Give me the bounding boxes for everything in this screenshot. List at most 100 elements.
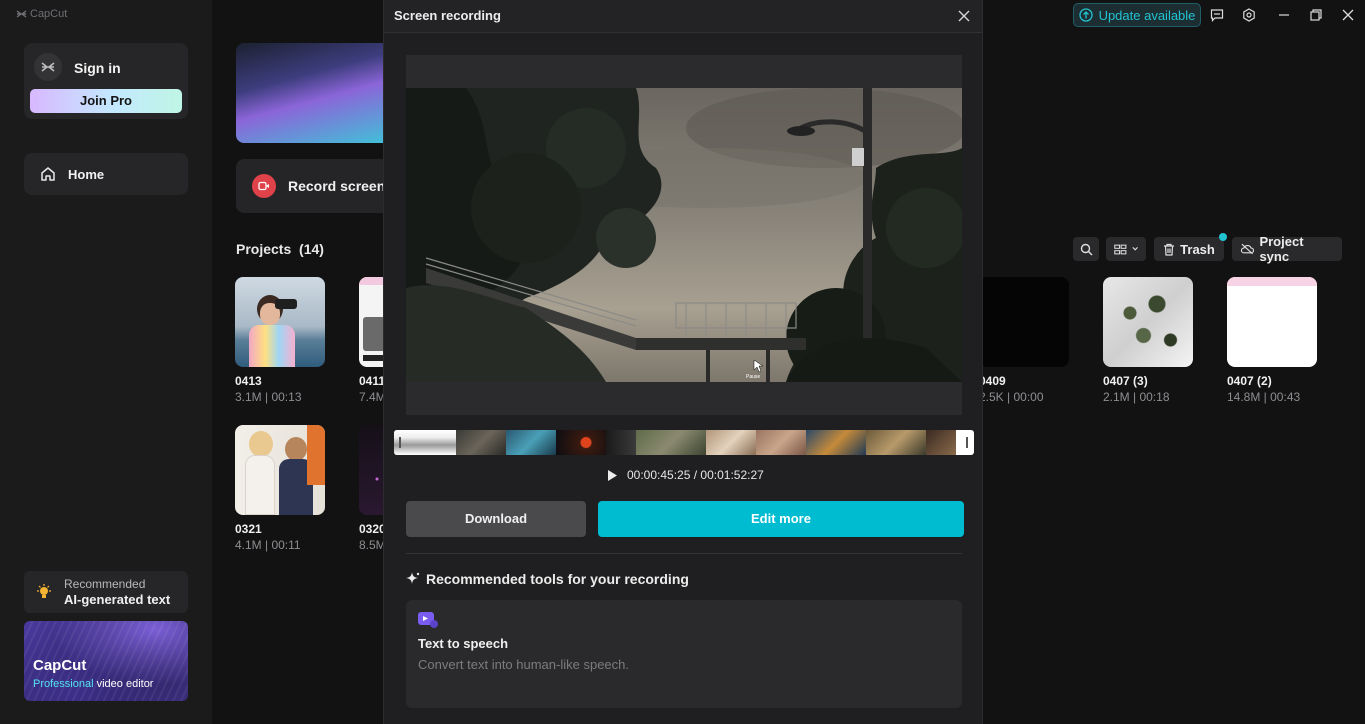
project-meta: 3.1M | 00:13: [235, 390, 302, 404]
maximize-button[interactable]: [1308, 7, 1324, 23]
project-card[interactable]: 0321 4.1M | 00:11: [235, 425, 327, 552]
join-pro-button[interactable]: Join Pro: [30, 89, 182, 113]
brand-logo: CapCut: [16, 8, 67, 20]
promo-banner[interactable]: CapCut Professional video editor: [24, 621, 188, 701]
screen-recording-dialog: Screen recording Pause 00:00:45:25 / 00:…: [383, 0, 983, 724]
recommended-label: Recommended: [64, 577, 146, 591]
project-meta: 2.5K | 00:00: [979, 390, 1044, 404]
divider: [406, 553, 962, 554]
grid-view-icon: [1114, 244, 1127, 254]
project-meta: 14.8M | 00:43: [1227, 390, 1301, 404]
record-screen-button[interactable]: Record screen: [236, 159, 396, 213]
projects-count: (14): [299, 241, 324, 257]
project-card[interactable]: 0413 3.1M | 00:13: [235, 277, 327, 404]
project-thumbnail: [235, 425, 325, 515]
timeline-left-handle[interactable]: [399, 437, 401, 448]
minimize-icon: [1279, 14, 1289, 16]
project-thumbnail: [235, 277, 325, 367]
project-sync-button[interactable]: Project sync: [1232, 234, 1342, 264]
text-to-speech-icon: [418, 612, 438, 628]
timeline-frame: [866, 430, 926, 455]
feedback-icon: [1210, 9, 1224, 22]
sparkle-icon: [406, 572, 420, 584]
total-time: 00:01:52:27: [700, 468, 764, 482]
project-meta: 2.1M | 00:18: [1103, 390, 1170, 404]
project-name: 0407 (3): [1103, 374, 1148, 388]
project-name: 0413: [235, 374, 262, 388]
download-button[interactable]: Download: [406, 501, 586, 537]
close-window-button[interactable]: [1340, 7, 1356, 23]
feedback-button[interactable]: [1209, 7, 1225, 23]
chevron-down-icon: [1132, 247, 1138, 251]
project-thumbnail: [1103, 277, 1193, 367]
tool-description: Convert text into human-like speech.: [418, 657, 629, 672]
sidebar-item-home[interactable]: Home: [24, 153, 188, 195]
timeline-frame: [806, 430, 866, 455]
avatar[interactable]: [34, 53, 62, 81]
trash-button[interactable]: Trash: [1154, 237, 1224, 261]
close-icon[interactable]: [956, 8, 972, 24]
view-toggle-button[interactable]: [1106, 237, 1146, 261]
promo-subtitle: Professional video editor: [33, 678, 153, 690]
recommended-tools-title: Recommended tools for your recording: [426, 571, 689, 587]
trash-icon: [1164, 243, 1175, 256]
project-thumbnail: [1227, 277, 1317, 367]
record-screen-label: Record screen: [288, 178, 386, 194]
sync-notification-dot: [1219, 233, 1227, 241]
project-thumbnail: [979, 277, 1069, 367]
text-to-speech-card[interactable]: Text to speech Convert text into human-l…: [406, 600, 962, 708]
video-preview[interactable]: Pause: [406, 88, 962, 382]
trash-label: Trash: [1180, 241, 1215, 257]
timeline-frame: [926, 430, 956, 455]
timeline-frame: [706, 430, 756, 455]
account-card: Sign in Join Pro: [24, 43, 188, 119]
update-available-button[interactable]: Update available: [1073, 3, 1201, 27]
sidebar-item-label: Home: [68, 166, 105, 182]
dialog-header: Screen recording: [384, 0, 982, 33]
tool-title: Text to speech: [418, 636, 509, 651]
upgrade-arrow-icon: [1078, 8, 1093, 22]
project-name: 0407 (2): [1227, 374, 1272, 388]
timeline-frame: [506, 430, 556, 455]
close-icon: [1342, 9, 1354, 21]
project-meta: 4.1M | 00:11: [235, 538, 301, 552]
dialog-title: Screen recording: [394, 8, 501, 23]
timeline-frame: [394, 430, 456, 455]
lightbulb-icon: [37, 584, 51, 598]
timeline-strip[interactable]: [394, 430, 974, 455]
settings-button[interactable]: [1241, 7, 1257, 23]
projects-heading: Projects (14): [236, 241, 324, 257]
minimize-button[interactable]: [1276, 7, 1292, 23]
timecode: 00:00:45:25 / 00:01:52:27: [627, 468, 764, 482]
project-card[interactable]: 0409 2.5K | 00:00: [979, 277, 1071, 404]
search-button[interactable]: [1073, 237, 1099, 261]
video-frame-image: Pause: [406, 88, 962, 382]
timeline-frame: [606, 430, 636, 455]
promo-highlight: Professional: [33, 678, 94, 690]
project-card[interactable]: 0407 (3) 2.1M | 00:18: [1103, 277, 1195, 404]
play-icon[interactable]: [606, 469, 618, 482]
restore-icon: [1310, 9, 1322, 21]
projects-title: Projects: [236, 241, 292, 257]
recommended-title: AI-generated text: [64, 592, 171, 607]
sign-in-link[interactable]: Sign in: [74, 60, 121, 76]
sidebar: CapCut Sign in Join Pro Home Recommended…: [0, 0, 212, 724]
video-caption: Pause: [746, 374, 760, 380]
playback-controls: 00:00:45:25 / 00:01:52:27: [606, 468, 764, 482]
time-separator: /: [690, 468, 701, 482]
brand-name: CapCut: [30, 8, 68, 20]
recommended-card[interactable]: Recommended AI-generated text: [24, 571, 188, 613]
timeline-frame: [756, 430, 806, 455]
search-icon: [1080, 243, 1092, 255]
timeline-frame: [636, 430, 706, 455]
project-sync-label: Project sync: [1259, 234, 1304, 264]
create-project-banner[interactable]: [236, 43, 396, 143]
timeline-right-handle[interactable]: [966, 437, 968, 448]
gear-icon: [1243, 8, 1255, 22]
edit-more-button[interactable]: Edit more: [598, 501, 964, 537]
record-icon: [252, 174, 276, 198]
promo-title: CapCut: [33, 657, 87, 674]
project-card[interactable]: 0407 (2) 14.8M | 00:43: [1227, 277, 1319, 404]
project-name: 0321: [235, 522, 262, 536]
current-time: 00:00:45:25: [627, 468, 691, 482]
